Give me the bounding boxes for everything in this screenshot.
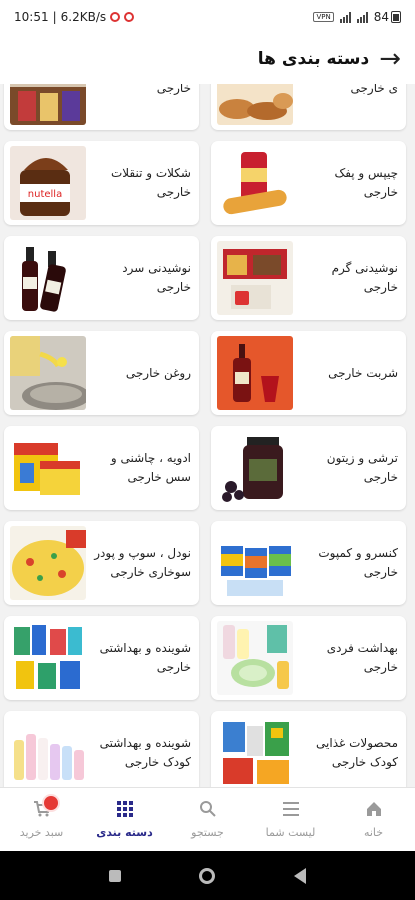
category-label: محصولات غذایی کودک خارجی bbox=[316, 736, 398, 769]
category-label: بهداشت فردی خارجی bbox=[326, 641, 398, 674]
category-card[interactable]: نودل ، سوپ و پودر سوخاری خارجی bbox=[4, 521, 199, 605]
battery-icon: 84 bbox=[374, 10, 401, 24]
chocolate-spread-image: nutella bbox=[10, 146, 86, 220]
chrome-icon-2 bbox=[124, 12, 135, 22]
category-label: نوشیدنی سرد خارجی bbox=[122, 261, 191, 294]
bakery-image bbox=[217, 84, 293, 125]
status-right: VPN 84 bbox=[313, 10, 401, 24]
noodle-dish-image bbox=[10, 526, 86, 600]
category-card[interactable]: خارجی bbox=[4, 84, 199, 130]
nav-search[interactable]: جستجو bbox=[168, 800, 248, 839]
status-bar: 10:51 | 6.2KB/s VPN 84 bbox=[0, 0, 415, 34]
category-card[interactable]: ترشی و زیتون خارجی bbox=[211, 426, 406, 510]
back-triangle-icon[interactable] bbox=[293, 867, 306, 884]
category-label: شربت خارجی bbox=[328, 365, 398, 380]
home-button-icon[interactable] bbox=[199, 867, 216, 884]
nav-label: جستجو bbox=[191, 826, 224, 839]
category-card[interactable]: محصولات غذایی کودک خارجی bbox=[211, 711, 406, 787]
syrup-bottle-image bbox=[217, 336, 293, 410]
nav-cart[interactable]: سبد خرید bbox=[2, 794, 82, 839]
category-label: ی خارجی bbox=[350, 84, 399, 95]
svg-text:nutella: nutella bbox=[28, 189, 62, 200]
snacks-package-image bbox=[10, 84, 86, 125]
baby-care-image bbox=[10, 716, 86, 787]
category-label: شکلات و تنقلات خارجی bbox=[110, 166, 191, 199]
search-icon bbox=[199, 800, 217, 820]
category-card[interactable]: روغن خارجی bbox=[4, 331, 199, 415]
category-card[interactable]: چیپس و پفک خارجی bbox=[211, 141, 406, 225]
category-card[interactable]: nutella شکلات و تنقلات خارجی bbox=[4, 141, 199, 225]
category-card[interactable]: شوینده و بهداشتی کودک خارجی bbox=[4, 711, 199, 787]
network-speed: 6.2KB/s bbox=[60, 10, 107, 24]
app-screen: 10:51 | 6.2KB/s VPN 84 دسته بندی ها → خا… bbox=[0, 0, 415, 900]
baby-food-image bbox=[217, 716, 293, 787]
nav-home[interactable]: خانه bbox=[334, 800, 414, 839]
cart-badge bbox=[41, 794, 60, 812]
signal-icon-2 bbox=[356, 11, 368, 23]
detergents-image bbox=[10, 621, 86, 695]
vpn-icon: VPN bbox=[313, 12, 334, 22]
chips-can-image bbox=[217, 146, 293, 220]
category-label: نوشیدنی گرم خارجی bbox=[331, 261, 398, 294]
category-label: روغن خارجی bbox=[125, 365, 191, 380]
category-label: چیپس و پفک خارجی bbox=[334, 166, 398, 199]
recent-apps-icon[interactable] bbox=[109, 869, 122, 882]
system-nav-bar bbox=[0, 851, 415, 900]
category-card[interactable]: نوشیدنی گرم خارجی bbox=[211, 236, 406, 320]
olive-jar-image bbox=[217, 431, 293, 505]
category-label: ادویه ، چاشنی و سس خارجی bbox=[110, 451, 191, 484]
nav-label: خانه bbox=[363, 826, 384, 839]
cold-drink-bottles-image bbox=[10, 241, 86, 315]
status-time: 10:51 bbox=[14, 10, 49, 24]
chrome-icon bbox=[110, 12, 121, 22]
category-card[interactable]: ی خارجی bbox=[211, 84, 406, 130]
grid-icon bbox=[116, 800, 134, 820]
app-header: دسته بندی ها → bbox=[0, 34, 415, 84]
category-label: ترشی و زیتون خارجی bbox=[326, 451, 398, 484]
category-card[interactable]: بهداشت فردی خارجی bbox=[211, 616, 406, 700]
category-label: شوینده و بهداشتی کودک خارجی bbox=[99, 736, 191, 769]
category-list[interactable]: خارجی ی خارجی nutella شکلات و تنقلات خار… bbox=[0, 84, 415, 787]
list-icon bbox=[282, 800, 300, 820]
bottom-nav: سبد خرید دسته بندی جستجو لیست شما خانه bbox=[0, 787, 415, 851]
signal-icon bbox=[339, 11, 351, 23]
category-card[interactable]: نوشیدنی سرد خارجی bbox=[4, 236, 199, 320]
arrow-right-icon[interactable]: → bbox=[379, 46, 401, 72]
home-icon bbox=[365, 800, 383, 820]
category-label: خارجی bbox=[156, 84, 191, 95]
category-card[interactable]: ادویه ، چاشنی و سس خارجی bbox=[4, 426, 199, 510]
personal-care-image bbox=[217, 621, 293, 695]
category-label: نودل ، سوپ و پودر سوخاری خارجی bbox=[94, 546, 191, 579]
nav-categories[interactable]: دسته بندی bbox=[85, 800, 165, 839]
category-label: شوینده و بهداشتی خارجی bbox=[99, 641, 191, 674]
category-label: کنسرو و کمپوت خارجی bbox=[318, 546, 398, 579]
oil-pour-image bbox=[10, 336, 86, 410]
canned-food-image bbox=[217, 526, 293, 600]
category-card[interactable]: شربت خارجی bbox=[211, 331, 406, 415]
spice-boxes-image bbox=[10, 431, 86, 505]
nav-label: دسته بندی bbox=[96, 826, 153, 839]
status-left: 10:51 | 6.2KB/s bbox=[14, 10, 135, 24]
coffee-box-image bbox=[217, 241, 293, 315]
page-title: دسته بندی ها bbox=[257, 49, 370, 69]
category-card[interactable]: شوینده و بهداشتی خارجی bbox=[4, 616, 199, 700]
nav-label: سبد خرید bbox=[19, 826, 64, 839]
nav-your-list[interactable]: لیست شما bbox=[251, 800, 331, 839]
nav-label: لیست شما bbox=[265, 826, 316, 839]
category-card[interactable]: کنسرو و کمپوت خارجی bbox=[211, 521, 406, 605]
battery-level: 84 bbox=[373, 10, 389, 24]
